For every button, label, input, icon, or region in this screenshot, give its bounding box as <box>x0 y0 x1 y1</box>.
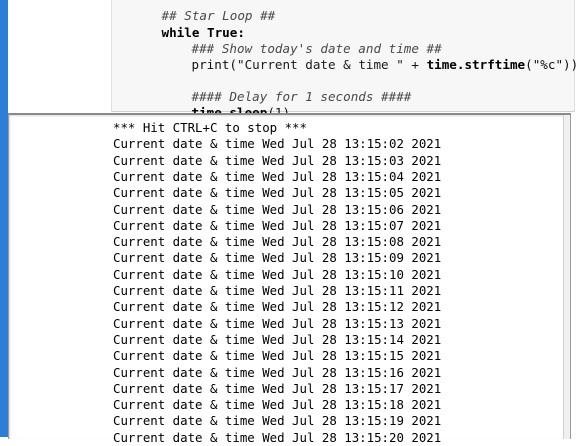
output-line: Current date & time Wed Jul 28 13:15:04 … <box>113 168 442 184</box>
output-line: Current date & time Wed Jul 28 13:15:08 … <box>113 234 442 250</box>
code-line-sleep: time.sleep(1) <box>146 89 291 120</box>
code-cell[interactable]: ## Star Loop ## while True: ### Show tod… <box>8 0 576 120</box>
output-line: Current date & time Wed Jul 28 13:15:16 … <box>113 364 442 380</box>
output-line: Current date & time Wed Jul 28 13:15:19 … <box>113 413 442 429</box>
output-line: Current date & time Wed Jul 28 13:15:15 … <box>113 348 442 364</box>
code-line-comment-partial: ## Star Loop ## <box>116 0 276 23</box>
output-line: Current date & time Wed Jul 28 13:15:09 … <box>113 250 442 266</box>
output-line: Current date & time Wed Jul 28 13:15:07 … <box>113 217 442 233</box>
print-strftime: time.strftime <box>426 57 526 72</box>
output-line: Current date & time Wed Jul 28 13:15:14 … <box>113 331 442 347</box>
output-line: Current date & time Wed Jul 28 13:15:10 … <box>113 266 442 282</box>
output-line: Current date & time Wed Jul 28 13:15:06 … <box>113 201 442 217</box>
output-line: Current date & time Wed Jul 28 13:15:13 … <box>113 315 442 331</box>
code-line-while: while True: <box>116 9 245 40</box>
print-function: print( <box>191 57 238 72</box>
output-line: Current date & time Wed Jul 28 13:15:11 … <box>113 283 442 298</box>
print-string: "Current date & time " <box>237 57 404 72</box>
output-line: Current date & time Wed Jul 28 13:15:12 … <box>113 299 442 315</box>
output-scrollbar[interactable] <box>563 115 570 439</box>
output-line: Current date & time Wed Jul 28 13:15:17 … <box>113 380 442 396</box>
code-line-print: print("Current date & time " + time.strf… <box>146 41 576 72</box>
code-line-comment-show: ### Show today's date and time ## <box>146 25 442 56</box>
output-area[interactable]: *** Hit CTRL+C to stop *** Current date … <box>8 113 571 445</box>
print-plus: + <box>403 57 427 72</box>
output-line: Current date & time Wed Jul 28 13:15:03 … <box>113 152 442 168</box>
code-line-comment-delay: #### Delay for 1 seconds #### <box>146 73 412 104</box>
output-header: *** Hit CTRL+C to stop *** <box>113 120 307 135</box>
code-editor[interactable]: ## Star Loop ## while True: ### Show tod… <box>111 0 576 120</box>
output-line: Current date & time Wed Jul 28 13:15:05 … <box>113 185 442 201</box>
print-arg: ("%c")) <box>525 57 576 72</box>
selected-cell-indicator <box>0 0 8 437</box>
output-line: Current date & time Wed Jul 28 13:15:18 … <box>113 397 442 413</box>
output-line: Current date & time Wed Jul 28 13:15:02 … <box>113 136 442 152</box>
output-line: Current date & time Wed Jul 28 13:15:20 … <box>113 429 442 445</box>
